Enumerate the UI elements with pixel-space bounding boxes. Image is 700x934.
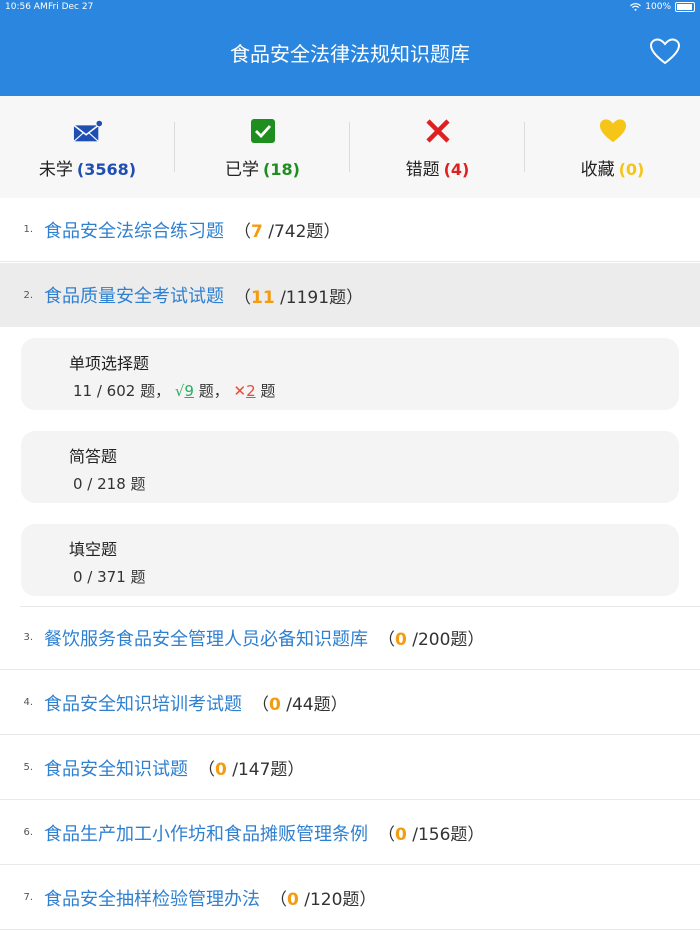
- status-time: 10:56 AM: [5, 2, 48, 12]
- row-count: （0 /200题）: [378, 630, 485, 650]
- stat-count: (4): [443, 160, 470, 179]
- wrong-count: 2: [246, 382, 256, 400]
- exam-row-1[interactable]: 1. 食品安全法综合练习题 （7 /742题）: [0, 198, 700, 262]
- wifi-icon: [630, 3, 642, 11]
- subsection-title: 单项选择题: [69, 354, 150, 373]
- subsection-short-answer[interactable]: 简答题 0 / 218 题: [21, 431, 679, 503]
- row-count: （0 /120题）: [270, 890, 377, 910]
- row-title: 食品安全知识试题: [44, 758, 188, 780]
- row-count: （0 /156题）: [378, 825, 485, 845]
- stat-learned[interactable]: 已学 (18): [175, 96, 350, 198]
- envelope-icon: [72, 118, 103, 144]
- subsection-title: 填空题: [69, 540, 118, 559]
- stat-count: (0): [618, 160, 645, 179]
- exam-row-4[interactable]: 4. 食品安全知识培训考试题 （0 /44题）: [0, 671, 700, 735]
- stat-label: 收藏: [580, 160, 615, 180]
- row-title: 餐饮服务食品安全管理人员必备知识题库: [44, 628, 368, 650]
- heart-icon: [598, 118, 628, 144]
- row-count: （0 /44题）: [252, 695, 348, 715]
- exam-row-3[interactable]: 3. 餐饮服务食品安全管理人员必备知识题库 （0 /200题）: [0, 606, 700, 670]
- app-header: 10:56 AM Fri Dec 27 100% 食品安全法律法规知识题库: [0, 0, 700, 96]
- stat-count: (18): [263, 160, 300, 179]
- subsection-single-choice[interactable]: 单项选择题 11 / 602 题， √9 题， ✕2 题: [21, 338, 679, 410]
- subsection-title: 简答题: [69, 447, 118, 466]
- row-title: 食品安全抽样检验管理办法: [44, 888, 260, 910]
- row-number: 7.: [23, 892, 33, 903]
- subsection-fill-blank[interactable]: 填空题 0 / 371 题: [21, 524, 679, 596]
- favorite-heart-icon[interactable]: [650, 38, 680, 66]
- subsection-stats: 11 / 602 题， √9 题， ✕2 题: [73, 382, 276, 400]
- row-title: 食品安全知识培训考试题: [44, 693, 242, 715]
- stat-wrong[interactable]: 错题 (4): [350, 96, 525, 198]
- battery-icon: [675, 2, 695, 12]
- stat-count: (3568): [76, 160, 137, 179]
- stat-label: 已学: [225, 160, 260, 180]
- row-number: 2.: [23, 289, 33, 301]
- check-icon: [248, 118, 278, 144]
- row-number: 4.: [23, 697, 33, 708]
- right-count: 9: [184, 382, 194, 400]
- row-count: （7 /742题）: [234, 222, 341, 242]
- row-count: （0 /147题）: [198, 760, 305, 780]
- exam-row-2[interactable]: 2. 食品质量安全考试试题 （11 /1191题）: [0, 263, 700, 327]
- row-count: （11 /1191题）: [234, 287, 364, 308]
- wrong-mark-icon: ✕: [233, 382, 247, 400]
- row-title: 食品安全法综合练习题: [44, 220, 224, 242]
- stat-label: 错题: [405, 160, 440, 180]
- row-number: 6.: [23, 827, 33, 838]
- stat-unlearned[interactable]: 未学 (3568): [0, 96, 175, 198]
- subsection-stats: 0 / 218 题: [73, 475, 146, 493]
- row-number: 5.: [23, 762, 33, 773]
- row-title: 食品质量安全考试试题: [44, 286, 224, 307]
- battery-percent: 100%: [645, 2, 671, 12]
- row-number: 3.: [23, 632, 33, 643]
- page-title: 食品安全法律法规知识题库: [230, 42, 470, 66]
- subsection-stats: 0 / 371 题: [73, 568, 146, 586]
- exam-row-6[interactable]: 6. 食品生产加工小作坊和食品摊贩管理条例 （0 /156题）: [0, 801, 700, 865]
- status-date: Fri Dec 27: [48, 2, 94, 12]
- stats-bar: 未学 (3568) 已学 (18) 错题 (4) 收藏 (0): [0, 96, 700, 198]
- stat-label: 未学: [38, 160, 73, 180]
- row-number: 1.: [23, 224, 33, 235]
- cross-icon: [423, 118, 453, 144]
- status-right: 100%: [630, 2, 695, 12]
- exam-row-7[interactable]: 7. 食品安全抽样检验管理办法 （0 /120题）: [0, 866, 700, 930]
- stat-favorites[interactable]: 收藏 (0): [525, 96, 700, 198]
- exam-row-5[interactable]: 5. 食品安全知识试题 （0 /147题）: [0, 736, 700, 800]
- row-title: 食品生产加工小作坊和食品摊贩管理条例: [44, 823, 368, 845]
- right-mark-icon: √: [174, 382, 185, 400]
